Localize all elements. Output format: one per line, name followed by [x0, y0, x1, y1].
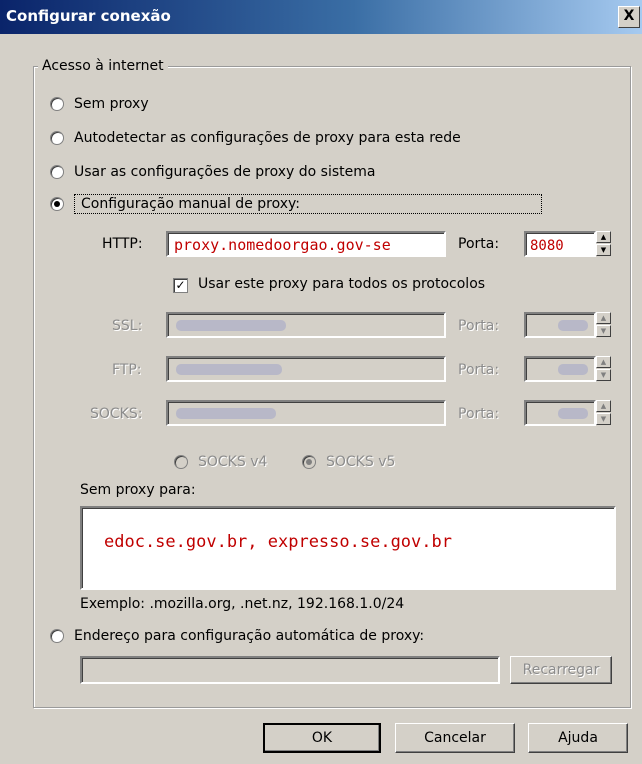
socks-label: SOCKS: — [90, 406, 143, 422]
ssl-port-input[interactable] — [524, 312, 596, 338]
radio-socks-v4[interactable]: SOCKS v4 — [174, 454, 267, 470]
http-port-input[interactable]: 8080 — [524, 231, 596, 257]
window-title: Configurar conexão — [6, 7, 171, 25]
redacted-value — [176, 408, 276, 419]
stepper-up-icon[interactable]: ▲ — [596, 231, 611, 243]
help-button[interactable]: Ajuda — [528, 723, 628, 753]
radio-no-proxy[interactable]: Sem proxy — [50, 96, 149, 112]
stepper-down-icon[interactable]: ▼ — [596, 413, 611, 425]
ftp-label: FTP: — [112, 362, 142, 378]
socks-port-label: Porta: — [458, 406, 500, 422]
radio-manual[interactable]: Configuração manual de proxy: — [50, 194, 542, 214]
reload-button[interactable]: Recarregar — [510, 656, 612, 684]
stepper-up-icon[interactable]: ▲ — [596, 356, 611, 368]
ftp-port-label: Porta: — [458, 362, 500, 378]
stepper-down-icon[interactable]: ▼ — [596, 369, 611, 381]
close-button[interactable]: X — [618, 6, 640, 28]
radio-label: SOCKS v4 — [198, 454, 268, 470]
http-port-label: Porta: — [458, 236, 500, 252]
radio-label: Endereço para configuração automática de… — [74, 628, 425, 644]
auto-config-url-input[interactable] — [80, 656, 500, 684]
no-proxy-for-label: Sem proxy para: — [80, 482, 196, 498]
use-all-label: Usar este proxy para todos os protocolos — [198, 276, 486, 292]
redacted-value — [558, 320, 588, 331]
http-port-stepper[interactable]: ▲ ▼ — [596, 231, 611, 257]
radio-label: Autodetectar as configurações de proxy p… — [74, 130, 461, 146]
use-all-checkbox[interactable]: ✓ — [173, 278, 188, 293]
radio-circle[interactable] — [50, 197, 64, 211]
radio-label: Configuração manual de proxy: — [74, 194, 542, 214]
radio-circle[interactable] — [174, 455, 188, 469]
socks-port-stepper[interactable]: ▲ ▼ — [596, 400, 611, 426]
redacted-value — [176, 320, 286, 331]
socks-port-input[interactable] — [524, 400, 596, 426]
ftp-port-input[interactable] — [524, 356, 596, 382]
redacted-value — [558, 364, 588, 375]
radio-circle[interactable] — [50, 629, 64, 643]
no-proxy-for-textarea[interactable]: edoc.se.gov.br, expresso.se.gov.br — [80, 506, 616, 590]
ssl-label: SSL: — [112, 318, 143, 334]
stepper-up-icon[interactable]: ▲ — [596, 400, 611, 412]
radio-socks-v5[interactable]: SOCKS v5 — [302, 454, 395, 470]
radio-auto-config-url[interactable]: Endereço para configuração automática de… — [50, 628, 424, 644]
radio-circle[interactable] — [50, 131, 64, 145]
radio-system[interactable]: Usar as configurações de proxy do sistem… — [50, 164, 375, 180]
example-hint: Exemplo: .mozilla.org, .net.nz, 192.168.… — [80, 596, 405, 612]
group-legend: Acesso à internet — [38, 58, 168, 74]
redacted-value — [558, 408, 588, 419]
radio-circle[interactable] — [302, 455, 316, 469]
radio-label: Usar as configurações de proxy do sistem… — [74, 164, 376, 180]
stepper-up-icon[interactable]: ▲ — [596, 312, 611, 324]
ssl-port-stepper[interactable]: ▲ ▼ — [596, 312, 611, 338]
http-port-value: 8080 — [530, 238, 564, 254]
cancel-button[interactable]: Cancelar — [395, 723, 515, 753]
ok-button[interactable]: OK — [263, 723, 381, 753]
dialog-body: Acesso à internet Sem proxy Autodetectar… — [0, 34, 642, 764]
ssl-port-label: Porta: — [458, 318, 500, 334]
radio-label: SOCKS v5 — [326, 454, 396, 470]
socks-proxy-input[interactable] — [166, 400, 446, 426]
ftp-port-stepper[interactable]: ▲ ▼ — [596, 356, 611, 382]
stepper-down-icon[interactable]: ▼ — [596, 244, 611, 256]
radio-circle[interactable] — [50, 97, 64, 111]
radio-label: Sem proxy — [74, 96, 149, 112]
no-proxy-for-value: edoc.se.gov.br, expresso.se.gov.br — [104, 532, 452, 552]
ftp-proxy-input[interactable] — [166, 356, 446, 382]
http-label: HTTP: — [102, 236, 143, 252]
redacted-value — [176, 364, 282, 375]
title-bar: Configurar conexão X — [0, 0, 642, 34]
radio-circle[interactable] — [50, 165, 64, 179]
radio-auto-detect[interactable]: Autodetectar as configurações de proxy p… — [50, 130, 461, 146]
stepper-down-icon[interactable]: ▼ — [596, 325, 611, 337]
ssl-proxy-input[interactable] — [166, 312, 446, 338]
http-proxy-input[interactable]: proxy.nomedoorgao.gov-se — [166, 231, 446, 257]
http-proxy-value: proxy.nomedoorgao.gov-se — [174, 236, 391, 254]
